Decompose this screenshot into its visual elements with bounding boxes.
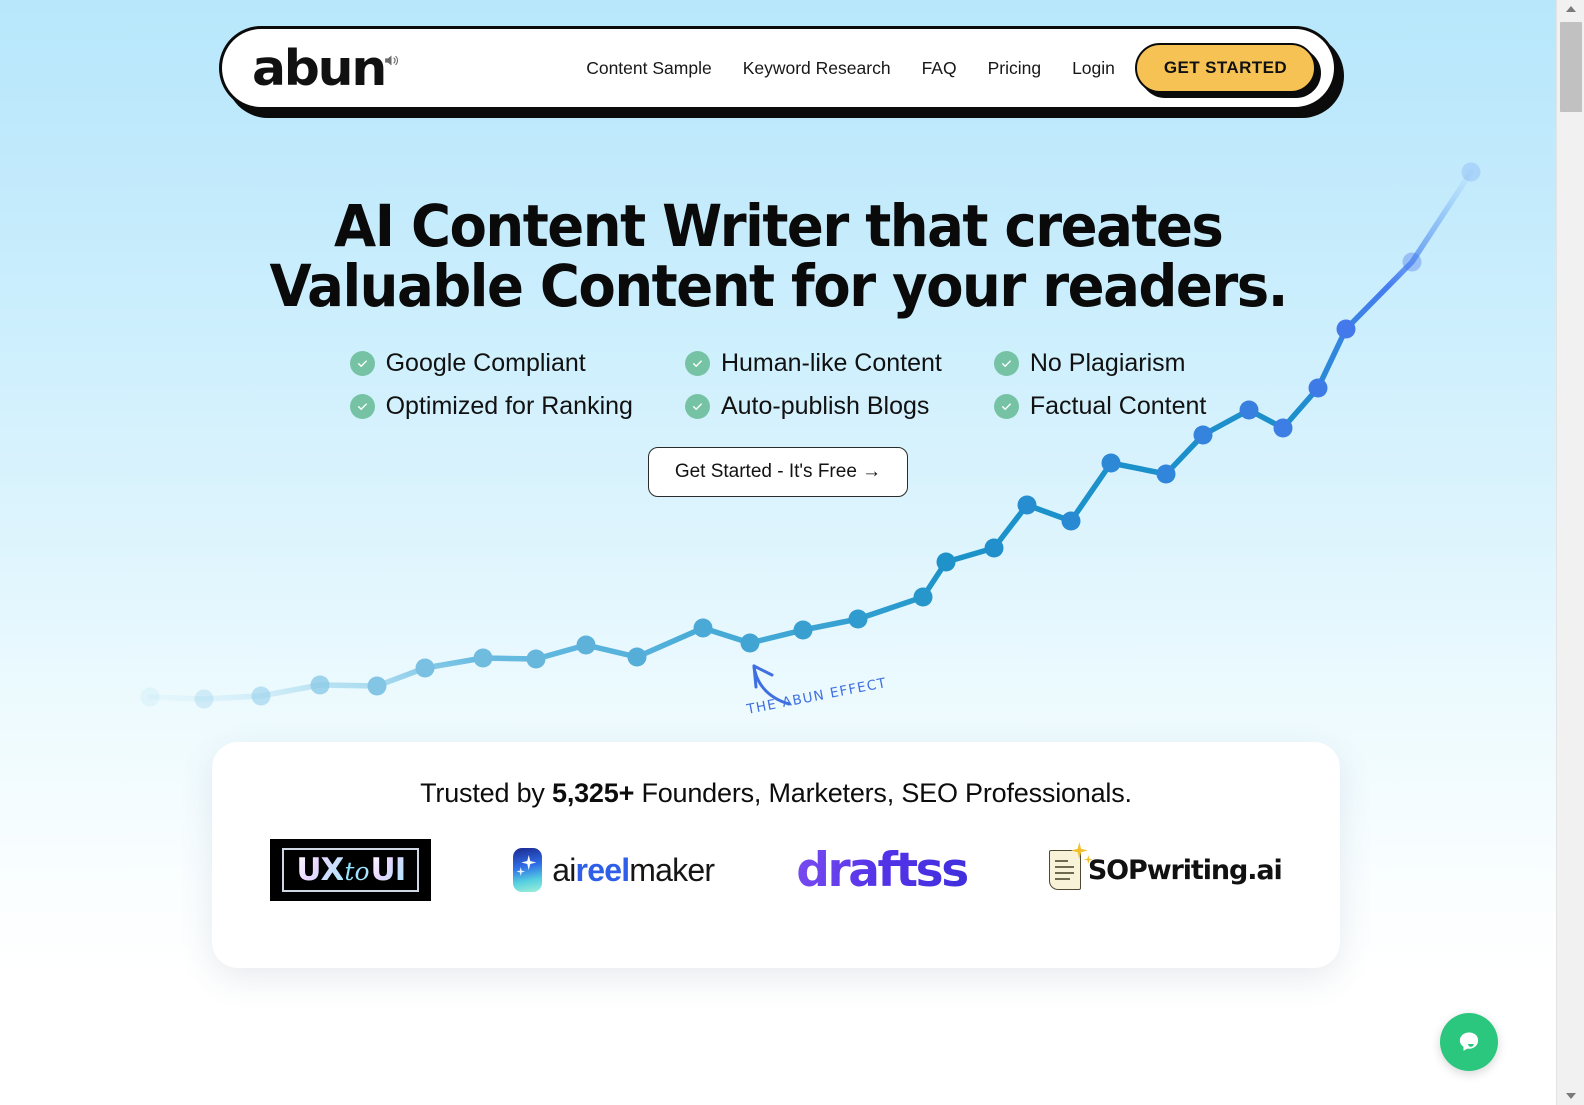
feature-item: Human-like Content [684,348,942,378]
annotation-label: THE ABUN EFFECT [745,675,889,718]
chart-data-point [984,538,1004,558]
chart-data-point [251,686,271,706]
page-viewport: abun Content Sample Keyword Research FAQ… [0,0,1556,1105]
chart-data-point [576,635,596,655]
nav-link-content-sample[interactable]: Content Sample [586,58,712,79]
aireel-part-c: maker [629,851,715,888]
check-icon [993,350,1019,376]
page-title: AI Content Writer that creates Valuable … [269,192,1288,321]
chart-data-point [693,618,713,638]
logo-sopwriting[interactable]: SOPwriting.ai [1048,839,1283,901]
feature-item: Auto-publish Blogs [684,391,942,421]
client-logo-row: UX to UI aireelmaker draftss SOPwriting.… [212,839,1340,901]
speaker-icon [383,52,400,74]
logo-draftss[interactable]: draftss [796,839,969,901]
chart-data-point [194,689,214,709]
site-header: abun Content Sample Keyword Research FAQ… [0,26,1556,110]
feature-label: Human-like Content [720,348,942,377]
chart-data-point [473,648,493,668]
feature-label: Optimized for Ranking [385,391,633,420]
chart-data-point [913,587,933,607]
check-icon [684,393,710,419]
chart-data-point [740,633,760,653]
uxtoui-part-a: UX [296,852,344,888]
feature-label: Auto-publish Blogs [720,391,930,420]
chart-data-point [1061,511,1081,531]
aireel-part-a: ai [552,851,576,888]
aireelmaker-wordmark: aireelmaker [552,851,715,889]
nav-link-pricing[interactable]: Pricing [988,58,1042,79]
chart-data-point [1017,495,1037,515]
brand-logo[interactable]: abun [248,44,400,93]
check-icon [684,350,710,376]
chart-data-point [367,676,387,696]
trusted-suffix: Founders, Marketers, SEO Professionals. [634,778,1132,808]
chart-data-point [936,552,956,572]
feature-label: Google Compliant [385,348,586,377]
feature-item: No Plagiarism [993,348,1207,378]
check-icon [993,393,1019,419]
chart-data-point [415,658,435,678]
trusted-prefix: Trusted by [420,778,552,808]
feature-item: Optimized for Ranking [349,391,633,421]
draftss-wordmark: draftss [796,842,969,898]
scrollbar-thumb[interactable] [1560,22,1582,112]
chart-data-point [310,675,330,695]
logo-aireelmaker[interactable]: aireelmaker [513,839,715,901]
nav-link-login[interactable]: Login [1072,58,1115,79]
uxtoui-part-b: to [344,857,370,886]
chart-data-point [1461,162,1481,182]
trusted-by-card: Trusted by 5,325+ Founders, Marketers, S… [212,742,1340,968]
feature-item: Google Compliant [349,348,633,378]
logo-uxtoui[interactable]: UX to UI [270,839,432,901]
caret-down-icon[interactable] [1557,1087,1584,1105]
sopwriting-wordmark: SOPwriting.ai [1087,854,1283,886]
curved-arrow-icon [745,664,805,716]
uxtoui-part-c: UI [370,852,407,888]
aireel-part-b: reel [575,851,631,888]
chart-data-point [793,620,813,640]
check-icon [349,393,375,419]
primary-nav: Content Sample Keyword Research FAQ Pric… [586,58,1115,79]
headline-line-2: Valuable Content for your readers. [269,252,1288,321]
hero-section: AI Content Writer that creates Valuable … [0,196,1556,497]
trusted-by-heading: Trusted by 5,325+ Founders, Marketers, S… [420,778,1132,809]
caret-up-icon[interactable] [1557,0,1584,18]
feature-item: Factual Content [993,391,1207,421]
document-sparkle-icon [1048,842,1093,890]
navbar: abun Content Sample Keyword Research FAQ… [219,26,1337,110]
abun-effect-annotation: THE ABUN EFFECT [745,660,925,740]
chart-data-point [140,687,160,707]
chart-data-point [627,647,647,667]
hero-get-started-button[interactable]: Get Started - It's Free → [647,446,909,497]
nav-link-faq[interactable]: FAQ [922,58,957,79]
chat-bubble-icon[interactable] [1440,1013,1498,1071]
chart-data-point [848,609,868,629]
trusted-count: 5,325+ [552,778,635,808]
nav-link-keyword-research[interactable]: Keyword Research [743,58,891,79]
chart-data-point [526,649,546,669]
feature-label: No Plagiarism [1029,348,1186,377]
check-icon [349,350,375,376]
browser-scrollbar[interactable] [1556,0,1584,1105]
headline-line-1: AI Content Writer that creates [333,192,1224,260]
get-started-button[interactable]: GET STARTED [1134,43,1316,93]
feature-list: Google Compliant Human-like Content No P… [349,348,1207,421]
feature-label: Factual Content [1029,391,1207,420]
aireelmaker-badge-icon [513,848,543,892]
brand-wordmark: abun [252,39,387,97]
